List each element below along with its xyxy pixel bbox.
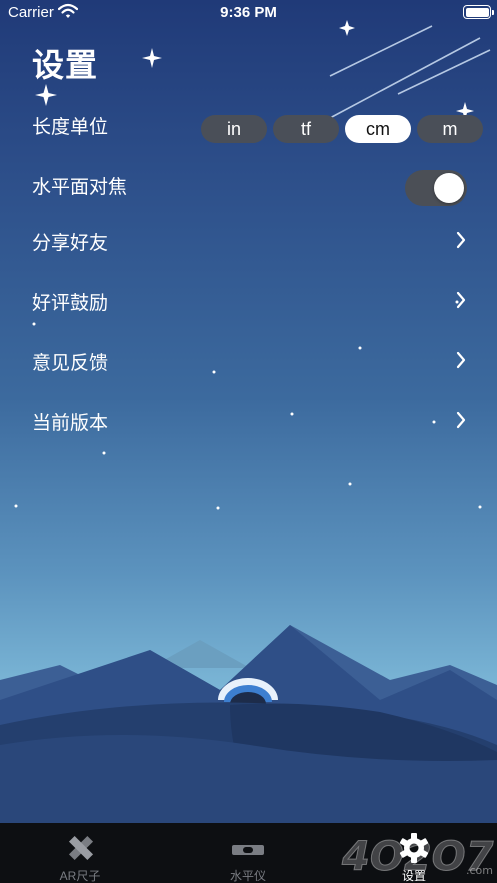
chevron-right-icon bbox=[456, 411, 466, 429]
level-icon bbox=[232, 845, 264, 855]
length-unit-segmented-control: in tf cm m bbox=[201, 115, 483, 143]
horizontal-focus-label: 水平面对焦 bbox=[32, 177, 128, 198]
unit-option-m[interactable]: m bbox=[417, 115, 483, 143]
chevron-right-icon bbox=[456, 231, 466, 249]
rate-app-row[interactable]: 好评鼓励 bbox=[0, 276, 497, 326]
feedback-row[interactable]: 意见反馈 bbox=[0, 336, 497, 386]
ruler-pencil-icon bbox=[68, 835, 94, 861]
page-title: 设置 bbox=[32, 47, 99, 83]
clock: 9:36 PM bbox=[220, 4, 277, 21]
share-friends-label: 分享好友 bbox=[32, 233, 109, 254]
horizontal-focus-row: 水平面对焦 bbox=[0, 160, 497, 210]
unit-option-cm[interactable]: cm bbox=[345, 115, 411, 143]
toggle-knob bbox=[434, 173, 464, 203]
horizontal-focus-toggle[interactable] bbox=[405, 170, 467, 206]
unit-option-tf[interactable]: tf bbox=[273, 115, 339, 143]
svg-text:.com: .com bbox=[466, 864, 493, 877]
length-unit-row: 长度单位 in tf cm m bbox=[0, 100, 497, 150]
length-unit-label: 长度单位 bbox=[32, 117, 109, 138]
tab-ar-ruler[interactable]: AR尺子 bbox=[0, 823, 160, 883]
status-bar: Carrier 9:36 PM bbox=[0, 0, 497, 26]
battery-icon bbox=[463, 5, 494, 19]
chevron-right-icon bbox=[456, 291, 466, 309]
current-version-label: 当前版本 bbox=[32, 413, 109, 434]
tab-level[interactable]: 水平仪 bbox=[168, 823, 328, 883]
share-friends-row[interactable]: 分享好友 bbox=[0, 216, 497, 266]
tab-label: 水平仪 bbox=[229, 869, 266, 883]
watermark-logo: 4O2O7 .com bbox=[341, 834, 495, 881]
unit-option-in[interactable]: in bbox=[201, 115, 267, 143]
tab-label: AR尺子 bbox=[59, 869, 101, 883]
feedback-label: 意见反馈 bbox=[32, 353, 109, 374]
current-version-row[interactable]: 当前版本 bbox=[0, 396, 497, 446]
chevron-right-icon bbox=[456, 351, 466, 369]
rate-app-label: 好评鼓励 bbox=[32, 293, 109, 314]
